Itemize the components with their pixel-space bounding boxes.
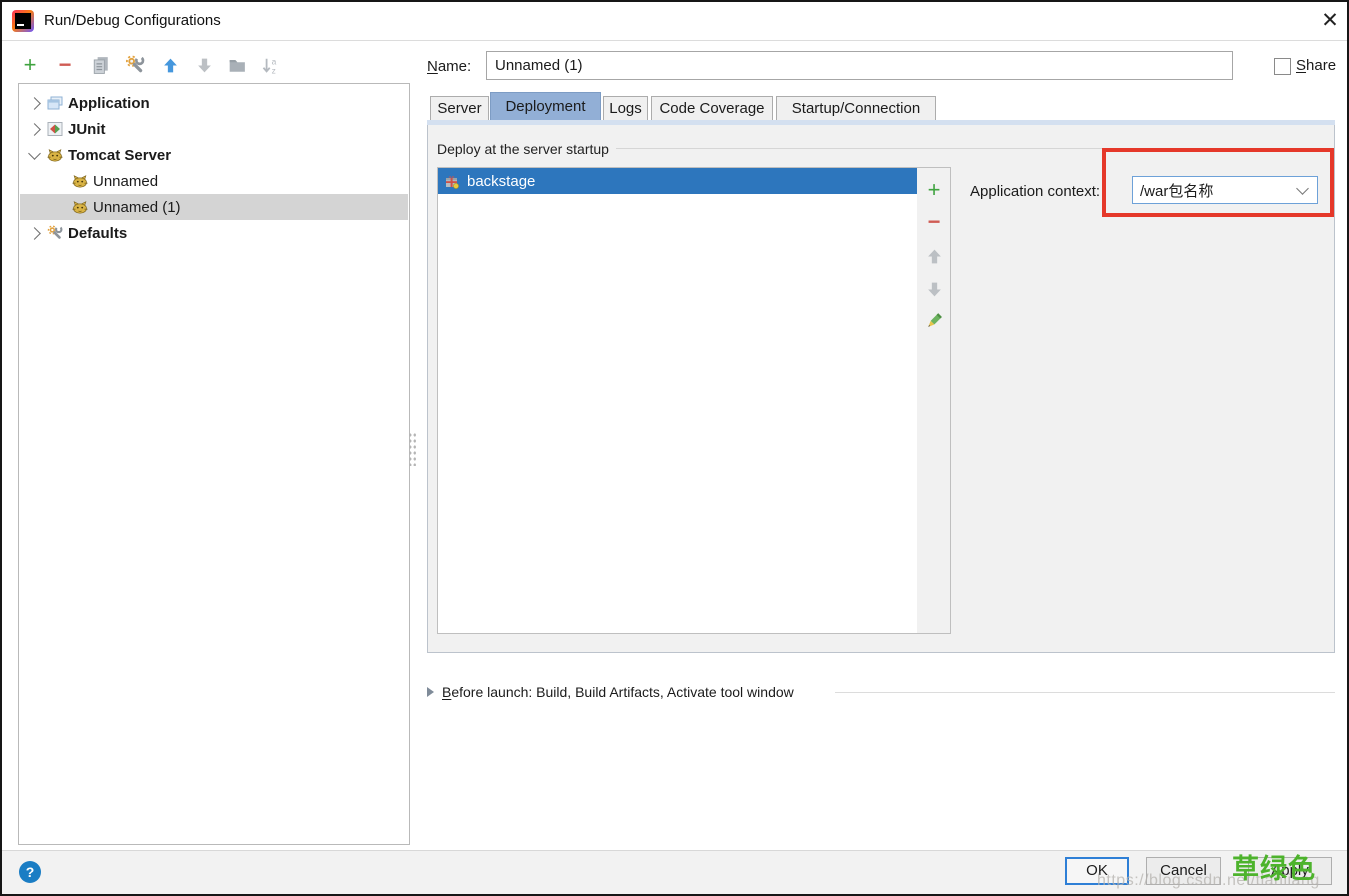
edit-artifact-button[interactable] bbox=[922, 309, 946, 333]
edit-defaults-button[interactable] bbox=[123, 53, 147, 77]
chevron-right-icon[interactable] bbox=[28, 227, 41, 240]
deploy-group-label: Deploy at the server startup bbox=[437, 141, 609, 157]
add-configuration-button[interactable]: + bbox=[18, 53, 42, 77]
intellij-logo-icon bbox=[12, 10, 34, 32]
tab-code-coverage[interactable]: Code Coverage bbox=[651, 96, 773, 120]
create-folder-button[interactable] bbox=[225, 53, 249, 77]
tree-item-label: Unnamed (1) bbox=[93, 199, 181, 216]
tab-logs[interactable]: Logs bbox=[603, 96, 648, 120]
remove-configuration-button[interactable]: − bbox=[53, 53, 77, 77]
add-icon: + bbox=[928, 180, 941, 200]
remove-icon: − bbox=[928, 212, 941, 232]
tree-item-label: Defaults bbox=[68, 225, 127, 242]
tree-item-label: Tomcat Server bbox=[68, 147, 171, 164]
name-input[interactable] bbox=[486, 51, 1233, 80]
divider bbox=[616, 148, 1328, 149]
tree-row-unnamed[interactable]: Unnamed bbox=[20, 168, 408, 194]
junit-icon bbox=[47, 121, 63, 137]
chevron-down-icon bbox=[1296, 182, 1309, 195]
move-up-icon bbox=[926, 248, 943, 265]
panel-splitter-handle[interactable] bbox=[408, 432, 417, 466]
edit-defaults-icon bbox=[125, 55, 145, 75]
share-checkbox[interactable] bbox=[1274, 58, 1291, 75]
divider bbox=[835, 692, 1335, 693]
tree-item-label: Application bbox=[68, 95, 150, 112]
chevron-down-icon[interactable] bbox=[28, 147, 41, 160]
tomcat-icon bbox=[72, 173, 88, 189]
tab-server[interactable]: Server bbox=[430, 96, 489, 120]
before-launch-text[interactable]: Before launch: Build, Build Artifacts, A… bbox=[442, 684, 794, 700]
tab-startup-connection[interactable]: Startup/Connection bbox=[776, 96, 936, 120]
move-artifact-down-button[interactable] bbox=[922, 277, 946, 301]
artifact-list-toolbar: + − bbox=[917, 167, 951, 634]
move-down-icon bbox=[196, 57, 213, 74]
tomcat-icon bbox=[72, 199, 88, 215]
defaults-icon bbox=[47, 225, 63, 241]
artifact-name: backstage bbox=[467, 173, 535, 190]
dialog-title: Run/Debug Configurations bbox=[44, 12, 221, 29]
tree-row-unnamed-1[interactable]: Unnamed (1) bbox=[20, 194, 408, 220]
tree-row-junit[interactable]: JUnit bbox=[20, 116, 408, 142]
deploy-artifact-list: backstage bbox=[437, 167, 918, 634]
move-down-icon bbox=[926, 281, 943, 298]
move-up-button[interactable] bbox=[158, 53, 182, 77]
add-artifact-button[interactable]: + bbox=[922, 178, 946, 202]
application-context-value: /war包名称 bbox=[1140, 180, 1298, 201]
help-icon: ? bbox=[26, 864, 35, 880]
folder-icon bbox=[228, 56, 246, 74]
application-context-combobox[interactable]: /war包名称 bbox=[1132, 176, 1318, 204]
add-icon: + bbox=[24, 55, 37, 75]
tomcat-icon bbox=[47, 147, 63, 163]
svg-text:z: z bbox=[271, 65, 275, 75]
artifact-row-backstage[interactable]: backstage bbox=[438, 168, 917, 194]
copy-icon bbox=[92, 56, 110, 74]
configurations-tree: Application JUnit Tomcat Server bbox=[18, 83, 410, 845]
before-launch-expander-icon[interactable] bbox=[427, 687, 434, 697]
copy-configuration-button[interactable] bbox=[89, 53, 113, 77]
move-artifact-up-button[interactable] bbox=[922, 244, 946, 268]
chevron-right-icon[interactable] bbox=[28, 97, 41, 110]
remove-artifact-button[interactable]: − bbox=[922, 210, 946, 234]
remove-icon: − bbox=[59, 55, 72, 75]
application-icon bbox=[47, 95, 63, 111]
close-icon[interactable]: ✕ bbox=[1315, 6, 1345, 36]
tree-row-defaults[interactable]: Defaults bbox=[20, 220, 408, 246]
tree-item-label: JUnit bbox=[68, 121, 106, 138]
name-label: Name: bbox=[427, 58, 471, 75]
title-bar: Run/Debug Configurations ✕ bbox=[2, 2, 1347, 41]
tree-row-application[interactable]: Application bbox=[20, 90, 408, 116]
help-button[interactable]: ? bbox=[19, 861, 41, 883]
sort-configurations-button[interactable]: a z bbox=[258, 53, 282, 77]
tab-deployment[interactable]: Deployment bbox=[490, 92, 601, 120]
tree-row-tomcat-server[interactable]: Tomcat Server bbox=[20, 142, 408, 168]
run-debug-configurations-dialog: Run/Debug Configurations ✕ + − bbox=[0, 0, 1349, 896]
share-label[interactable]: Share bbox=[1296, 57, 1336, 74]
tree-item-label: Unnamed bbox=[93, 173, 158, 190]
artifact-icon bbox=[444, 173, 460, 189]
application-context-label: Application context: bbox=[970, 183, 1100, 200]
move-up-icon bbox=[162, 57, 179, 74]
edit-pencil-icon bbox=[925, 312, 943, 330]
sort-alphabetically-icon: a z bbox=[261, 56, 280, 75]
chevron-right-icon[interactable] bbox=[28, 123, 41, 136]
green-watermark: 草绿色 bbox=[1232, 847, 1316, 886]
move-down-button[interactable] bbox=[192, 53, 216, 77]
